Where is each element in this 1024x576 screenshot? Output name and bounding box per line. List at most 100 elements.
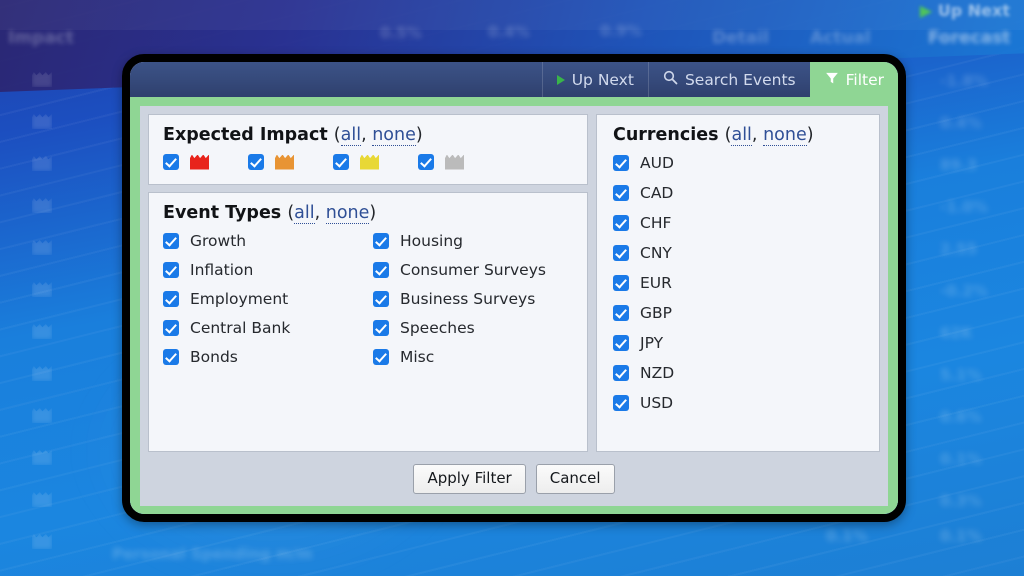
checkbox-currency-eur[interactable]	[613, 275, 629, 291]
event-type-speeches[interactable]: Speeches	[373, 319, 573, 337]
currency-chf-label: CHF	[640, 214, 672, 232]
currencies-none-link[interactable]: none	[763, 125, 807, 146]
tab-search-events[interactable]: Search Events	[647, 62, 810, 97]
high-impact-icon	[190, 154, 209, 170]
currency-gbp[interactable]: GBP	[613, 304, 865, 322]
checkbox-low-impact[interactable]	[333, 154, 349, 170]
currency-jpy[interactable]: JPY	[613, 334, 865, 352]
checkbox-event-type-business-surveys[interactable]	[373, 291, 389, 307]
background-value: 0.4%	[488, 23, 530, 41]
event-type-bonds-label: Bonds	[190, 348, 238, 366]
event-types-all-link[interactable]: all	[294, 203, 315, 224]
checkbox-event-type-growth[interactable]	[163, 233, 179, 249]
checkbox-event-type-employment[interactable]	[163, 291, 179, 307]
currency-aud[interactable]: AUD	[613, 154, 865, 172]
filter-dialog-inner: Up Next Search Events Filter Expected Im…	[130, 62, 898, 514]
currency-nzd[interactable]: NZD	[613, 364, 865, 382]
currency-chf[interactable]: CHF	[613, 214, 865, 232]
impact-option-low-impact[interactable]	[333, 154, 418, 170]
background-forecast-value: 89.3	[940, 156, 978, 174]
event-type-central-bank[interactable]: Central Bank	[163, 319, 373, 337]
filter-dialog: Up Next Search Events Filter Expected Im…	[122, 54, 906, 522]
dialog-footer: Apply Filter Cancel	[148, 452, 880, 506]
event-type-bonds[interactable]: Bonds	[163, 348, 373, 366]
checkbox-medium-impact[interactable]	[248, 154, 264, 170]
currencies-panel: Currencies (all, none) AUD CAD CHF CNY EUR GB…	[596, 114, 880, 452]
funnel-icon	[825, 71, 839, 89]
currencies-all-link[interactable]: all	[731, 125, 752, 146]
checkbox-currency-chf[interactable]	[613, 215, 629, 231]
currency-gbp-label: GBP	[640, 304, 672, 322]
event-types-title-text: Event Types	[163, 203, 282, 223]
tab-filter-label: Filter	[845, 70, 884, 89]
impact-option-medium-impact[interactable]	[248, 154, 333, 170]
background-forecast-value: -0.2%	[940, 282, 988, 300]
event-type-business-surveys-label: Business Surveys	[400, 290, 536, 308]
non-economic-impact-icon	[445, 154, 464, 170]
event-type-speeches-label: Speeches	[400, 319, 475, 337]
currency-cny[interactable]: CNY	[613, 244, 865, 262]
event-type-housing[interactable]: Housing	[373, 232, 573, 250]
expected-impact-none-link[interactable]: none	[372, 125, 416, 146]
apply-filter-button[interactable]: Apply Filter	[413, 464, 526, 494]
background-forecast-value: 0.6%	[940, 408, 982, 426]
event-type-inflation-label: Inflation	[190, 261, 254, 279]
event-type-central-bank-label: Central Bank	[190, 319, 291, 337]
medium-impact-icon	[275, 154, 294, 170]
background-forecast-value: 2.55	[940, 240, 978, 258]
currencies-title-text: Currencies	[613, 125, 719, 145]
currency-nzd-label: NZD	[640, 364, 675, 382]
event-type-employment[interactable]: Employment	[163, 290, 373, 308]
left-column: Expected Impact (all, none) Event Types …	[148, 114, 588, 452]
checkbox-non-economic-impact[interactable]	[418, 154, 434, 170]
currency-usd[interactable]: USD	[613, 394, 865, 412]
checkbox-event-type-bonds[interactable]	[163, 349, 179, 365]
background-value: 0.9%	[600, 22, 642, 40]
background-forecast-value: 62K	[940, 324, 973, 342]
checkbox-currency-nzd[interactable]	[613, 365, 629, 381]
currency-eur[interactable]: EUR	[613, 274, 865, 292]
impact-option-non-economic-impact[interactable]	[418, 154, 503, 170]
checkbox-currency-aud[interactable]	[613, 155, 629, 171]
checkbox-currency-cny[interactable]	[613, 245, 629, 261]
event-type-misc[interactable]: Misc	[373, 348, 573, 366]
checkbox-currency-usd[interactable]	[613, 395, 629, 411]
checkbox-currency-gbp[interactable]	[613, 305, 629, 321]
event-type-consumer-surveys[interactable]: Consumer Surveys	[373, 261, 573, 279]
low-impact-icon	[360, 154, 379, 170]
currency-jpy-label: JPY	[640, 334, 664, 352]
checkbox-event-type-central-bank[interactable]	[163, 320, 179, 336]
checkbox-event-type-housing[interactable]	[373, 233, 389, 249]
background-value: 0.5%	[380, 24, 422, 42]
event-types-none-link[interactable]: none	[325, 203, 370, 224]
currency-cny-label: CNY	[640, 244, 672, 262]
currency-cad-label: CAD	[640, 184, 674, 202]
event-type-consumer-surveys-label: Consumer Surveys	[400, 261, 546, 279]
event-type-growth[interactable]: Growth	[163, 232, 373, 250]
checkbox-currency-cad[interactable]	[613, 185, 629, 201]
dialog-green-frame: Expected Impact (all, none) Event Types …	[130, 97, 898, 514]
play-icon	[556, 74, 565, 85]
background-event-name: Personal Spending m/m	[112, 545, 313, 563]
currency-aud-label: AUD	[640, 154, 674, 172]
expected-impact-all-link[interactable]: all	[340, 125, 362, 146]
checkbox-currency-jpy[interactable]	[613, 335, 629, 351]
event-type-employment-label: Employment	[190, 290, 289, 308]
currency-cad[interactable]: CAD	[613, 184, 865, 202]
event-type-inflation[interactable]: Inflation	[163, 261, 373, 279]
tab-filter[interactable]: Filter	[809, 62, 898, 97]
impact-option-high-impact[interactable]	[163, 154, 248, 170]
currency-eur-label: EUR	[640, 274, 672, 292]
background-forecast-value: -1.0%	[940, 198, 988, 216]
checkbox-event-type-misc[interactable]	[373, 349, 389, 365]
checkbox-event-type-speeches[interactable]	[373, 320, 389, 336]
background-forecast-header: Forecast	[928, 28, 1011, 48]
dialog-panel-area: Expected Impact (all, none) Event Types …	[140, 106, 888, 506]
cancel-button[interactable]: Cancel	[535, 464, 615, 494]
checkbox-event-type-consumer-surveys[interactable]	[373, 262, 389, 278]
tab-up-next[interactable]: Up Next	[541, 62, 648, 97]
background-forecast-value: 5.1%	[940, 366, 982, 384]
checkbox-high-impact[interactable]	[163, 154, 179, 170]
checkbox-event-type-inflation[interactable]	[163, 262, 179, 278]
event-type-business-surveys[interactable]: Business Surveys	[373, 290, 573, 308]
